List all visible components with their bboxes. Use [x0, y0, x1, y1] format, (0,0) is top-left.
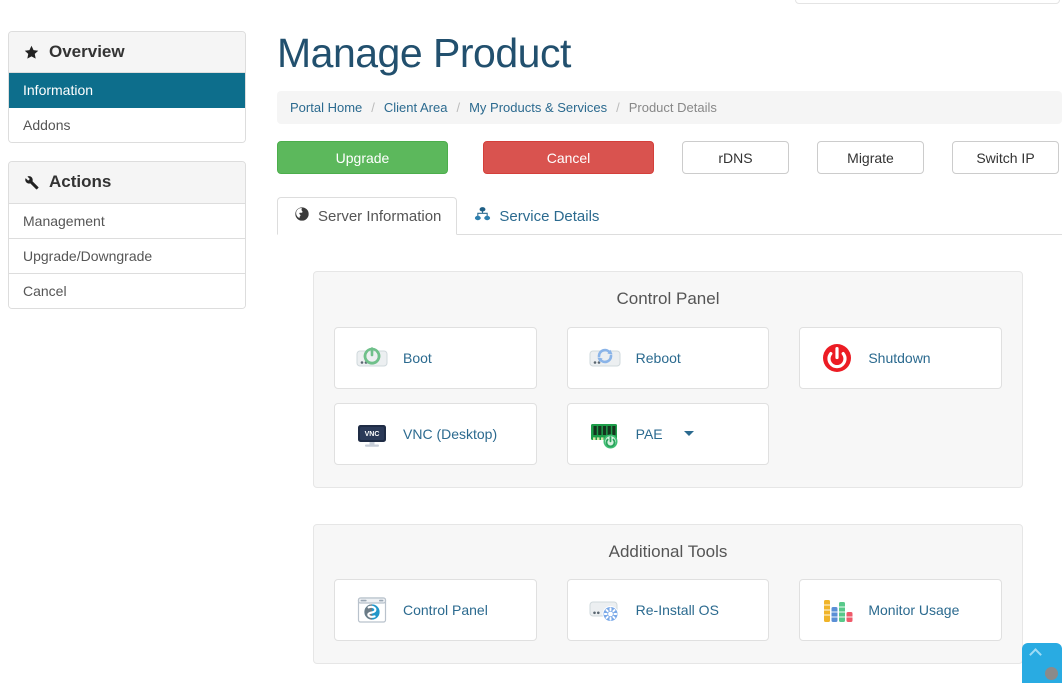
sidebar-panel-overview-title: Overview [49, 42, 125, 61]
sidebar-item-information-label: Information [23, 82, 94, 99]
tile-vnc-desktop-label: VNC (Desktop) [403, 425, 498, 442]
sidebar-item-addons[interactable]: Addons [9, 108, 245, 143]
migrate-button[interactable]: Migrate [817, 141, 924, 175]
breadcrumb-separator: / [371, 100, 375, 116]
upgrade-button[interactable]: Upgrade [277, 141, 448, 175]
tile-pae-label: PAE [635, 425, 663, 442]
switch-ip-button[interactable]: Switch IP [952, 141, 1059, 175]
chevron-down-icon[interactable] [683, 431, 694, 437]
sidebar-panel-overview-header: Overview [9, 32, 245, 74]
sidebar-panel-actions-title: Actions [49, 172, 112, 192]
breadcrumb-separator: / [456, 100, 461, 116]
wrench-icon [23, 174, 40, 191]
vnc-monitor-icon: VNC [355, 417, 389, 451]
page-root: Overview Information Addons Actions Mana… [0, 0, 1062, 683]
tile-reinstall-os[interactable]: Re-Install OS [566, 578, 770, 641]
tile-boot-label: Boot [403, 349, 432, 366]
sidebar: Overview Information Addons Actions Mana… [8, 31, 246, 327]
chat-badge-icon [1045, 667, 1058, 680]
globe-icon [294, 206, 310, 226]
sidebar-item-upgrade-downgrade[interactable]: Upgrade/Downgrade [9, 238, 245, 274]
bar-chart-icon [820, 593, 854, 627]
sitemap-icon [474, 206, 491, 226]
tab-service-details-label: Service Details [499, 207, 600, 225]
server-gear-icon [588, 593, 622, 627]
browser-swirl-icon [355, 593, 389, 627]
tile-shutdown[interactable]: Shutdown [799, 326, 1002, 389]
page-title: Manage Product [277, 30, 571, 76]
action-button-row: Upgrade Cancel rDNS Migrate Switch IP [277, 141, 1062, 175]
sidebar-item-upgrade-downgrade-label: Upgrade/Downgrade [23, 247, 153, 264]
tile-shutdown-label: Shutdown [868, 349, 931, 366]
section-control-panel: Control Panel Boot Reboot Shutdown VNC V… [313, 271, 1023, 488]
power-red-icon [820, 341, 854, 375]
sidebar-item-management[interactable]: Management [9, 203, 245, 239]
sidebar-item-cancel[interactable]: Cancel [9, 273, 245, 308]
tab-server-information[interactable]: Server Information [277, 197, 458, 236]
tile-reboot-label: Reboot [635, 349, 681, 366]
sidebar-item-addons-label: Addons [23, 117, 71, 134]
tile-reboot[interactable]: Reboot [566, 326, 770, 389]
chat-launcher[interactable] [1022, 643, 1062, 683]
cancel-button[interactable]: Cancel [483, 141, 654, 175]
svg-text:VNC: VNC [365, 431, 380, 438]
breadcrumb-separator: / [616, 100, 620, 116]
main-content: Manage Product Portal Home / Client Area… [277, 0, 1062, 664]
tile-pae[interactable]: PAE [566, 402, 770, 465]
tile-vnc-desktop[interactable]: VNC VNC (Desktop) [334, 402, 537, 465]
rdns-button[interactable]: rDNS [682, 141, 789, 175]
server-power-green-icon [355, 341, 389, 375]
breadcrumb: Portal Home / Client Area / My Products … [277, 91, 1062, 125]
sidebar-item-cancel-label: Cancel [23, 282, 67, 299]
breadcrumb-item-my-products-services[interactable]: My Products & Services [469, 100, 607, 115]
tile-reinstall-os-label: Re-Install OS [635, 601, 719, 618]
star-icon [23, 44, 40, 61]
tab-server-information-label: Server Information [318, 207, 442, 225]
server-refresh-icon [588, 341, 622, 375]
tab-content-server-information: Control Panel Boot Reboot Shutdown VNC V… [277, 271, 1062, 664]
tab-service-details[interactable]: Service Details [457, 197, 615, 235]
tile-monitor-usage-label: Monitor Usage [868, 601, 960, 618]
memory-power-icon [588, 417, 622, 451]
breadcrumb-item-portal-home[interactable]: Portal Home [290, 100, 362, 115]
tile-boot[interactable]: Boot [334, 326, 537, 389]
additional-tools-tile-grid: Control Panel Re-Install OS Monitor Usag… [334, 578, 1002, 641]
sidebar-panel-actions: Actions Management Upgrade/Downgrade Can… [8, 161, 246, 309]
tab-bar: Server Information Service Details [277, 196, 1062, 236]
chat-arrow-icon [1029, 648, 1042, 661]
sidebar-panel-overview: Overview Information Addons [8, 31, 246, 144]
tile-control-panel[interactable]: Control Panel [334, 578, 537, 641]
sidebar-item-management-label: Management [23, 212, 105, 229]
breadcrumb-item-client-area[interactable]: Client Area [384, 100, 448, 115]
sidebar-item-information[interactable]: Information [9, 73, 245, 109]
section-control-panel-title: Control Panel [616, 289, 720, 309]
section-additional-tools-title: Additional Tools [608, 541, 728, 561]
breadcrumb-item-product-details: Product Details [628, 100, 717, 116]
section-additional-tools: Additional Tools Control Panel Re-Instal… [313, 523, 1023, 664]
tile-control-panel-label: Control Panel [403, 601, 488, 618]
tile-monitor-usage[interactable]: Monitor Usage [799, 578, 1002, 641]
control-panel-tile-grid: Boot Reboot Shutdown VNC VNC (Desktop) P… [334, 326, 1002, 465]
sidebar-panel-actions-header: Actions [9, 162, 245, 204]
